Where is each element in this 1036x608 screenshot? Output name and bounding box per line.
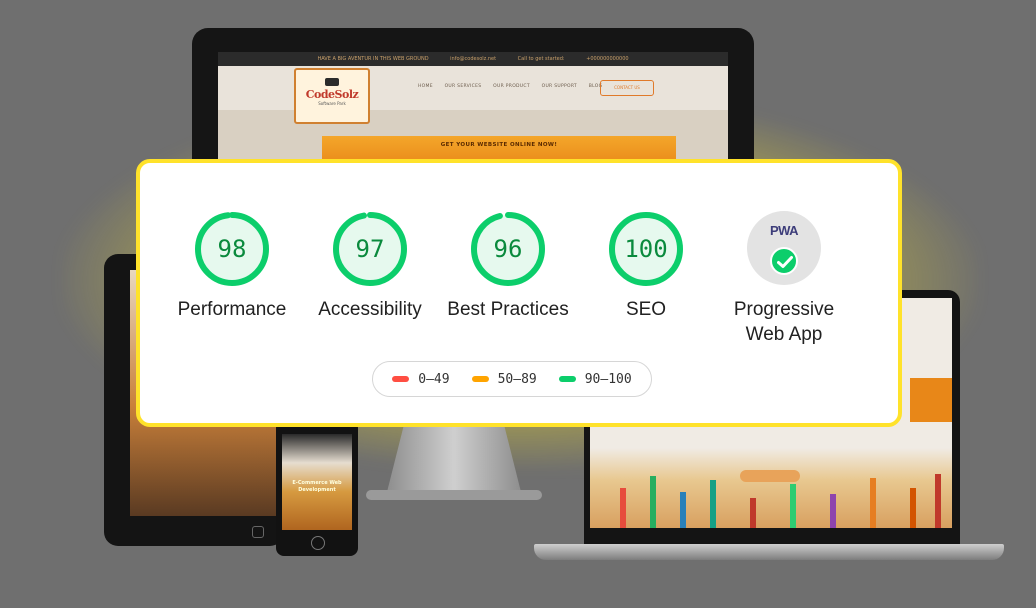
laptop-orange-block (910, 378, 952, 422)
pwa-label-line1: Progressive (733, 299, 835, 320)
legend-swatch-green (558, 376, 576, 382)
pencils-image (590, 448, 952, 528)
codesolz-logo: CodeSolz Software Park (294, 68, 370, 124)
topbar-call-label: Call to get started: (517, 56, 565, 62)
score-label: Accessibility (318, 299, 422, 320)
logo-tagline: Software Park (318, 101, 346, 106)
nav-support: OUR SUPPORT (541, 84, 577, 89)
score-legend: 0–49 50–89 90–100 (372, 361, 652, 397)
check-icon (770, 247, 798, 275)
pwa-logo-icon: PWA (769, 223, 799, 238)
nav-services: OUR SERVICES (444, 84, 482, 89)
site-nav: CodeSolz Software Park HOME OUR SERVICES… (218, 66, 728, 124)
gauge-accessibility[interactable]: 97 Accessibility (300, 207, 440, 322)
score-label: Best Practices (447, 299, 569, 320)
laptop-base (534, 544, 1004, 560)
legend-item-pass: 90–100 (558, 371, 632, 387)
legend-item-fail: 0–49 (392, 371, 450, 387)
nav-product: OUR PRODUCT (493, 84, 530, 89)
legend-swatch-red (392, 376, 410, 382)
topbar-text-1: HAVE A BIG AVENTUR IN THIS WEB GROUND (317, 56, 429, 62)
score-value: 96 (493, 235, 523, 263)
legend-range: 0–49 (418, 371, 450, 387)
monitor-base (366, 490, 542, 500)
laptop-cta-pill (740, 470, 800, 482)
pwa-badge: PWA (747, 211, 821, 285)
phone-banner-text: E-Commerce Web Development (292, 480, 342, 493)
gauge-seo[interactable]: 100 SEO (576, 207, 716, 322)
logo-mark-icon (325, 78, 339, 86)
nav-home: HOME (418, 84, 433, 89)
legend-swatch-orange (471, 376, 489, 382)
gauge-pwa[interactable]: PWA Progressive Web App (714, 207, 854, 347)
topbar-email: info@codesolz.net (450, 56, 497, 62)
pwa-label: Progressive Web App (714, 297, 854, 347)
logo-name: CodeSolz (305, 88, 359, 101)
legend-item-average: 50–89 (471, 371, 537, 387)
score-value: 98 (217, 235, 247, 263)
score-value: 97 (355, 235, 385, 263)
score-label: SEO (625, 299, 667, 320)
score-label: Performance (177, 299, 287, 320)
pwa-label-line2: Web App (745, 324, 823, 345)
gauge-best-practices[interactable]: 96 Best Practices (438, 207, 578, 322)
phone-device: E-Commerce Web Development (276, 420, 358, 556)
nav-contact-button: CONTACT US (600, 80, 654, 96)
legend-range: 90–100 (584, 371, 632, 387)
topbar-phone: +000000000000 (586, 56, 629, 62)
legend-range: 50–89 (497, 371, 537, 387)
phone-home-button (311, 536, 325, 550)
lighthouse-report-card: 98 Performance 97 Accessibility 96 Best … (136, 159, 902, 427)
tablet-home-button (252, 526, 264, 538)
nav-links: HOME OUR SERVICES OUR PRODUCT OUR SUPPOR… (418, 84, 612, 89)
pwa-badge-wrap: PWA (714, 207, 854, 291)
gauge-performance[interactable]: 98 Performance (162, 207, 302, 322)
score-value: 100 (624, 235, 668, 263)
site-topbar: HAVE A BIG AVENTUR IN THIS WEB GROUND in… (218, 52, 728, 66)
